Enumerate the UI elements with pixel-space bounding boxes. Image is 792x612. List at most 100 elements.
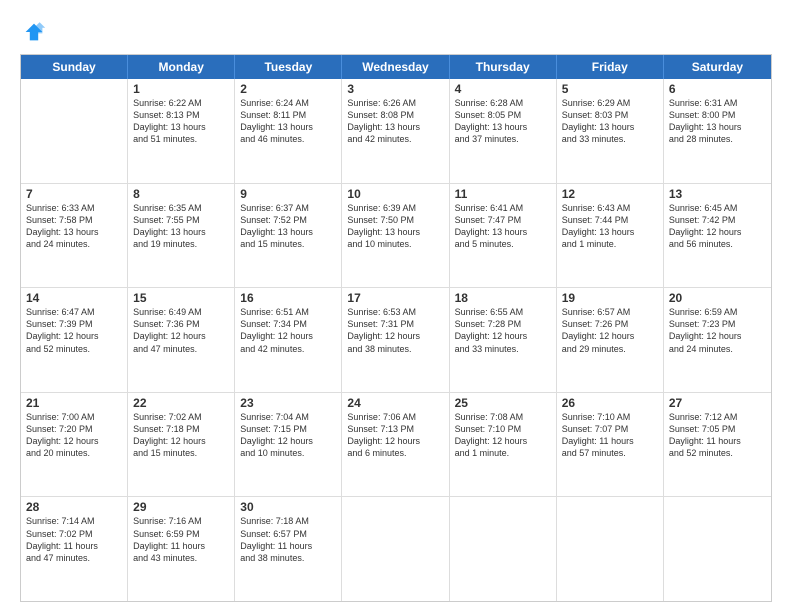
header-day-wednesday: Wednesday — [342, 55, 449, 79]
day-cell-26: 26Sunrise: 7:10 AM Sunset: 7:07 PM Dayli… — [557, 393, 664, 497]
week-row-4: 21Sunrise: 7:00 AM Sunset: 7:20 PM Dayli… — [21, 393, 771, 498]
cell-info: Sunrise: 7:16 AM Sunset: 6:59 PM Dayligh… — [133, 515, 229, 564]
day-number: 25 — [455, 396, 551, 410]
day-cell-7: 7Sunrise: 6:33 AM Sunset: 7:58 PM Daylig… — [21, 184, 128, 288]
day-cell-16: 16Sunrise: 6:51 AM Sunset: 7:34 PM Dayli… — [235, 288, 342, 392]
empty-cell-4-4 — [450, 497, 557, 601]
day-cell-23: 23Sunrise: 7:04 AM Sunset: 7:15 PM Dayli… — [235, 393, 342, 497]
cell-info: Sunrise: 6:31 AM Sunset: 8:00 PM Dayligh… — [669, 97, 766, 146]
day-number: 30 — [240, 500, 336, 514]
cell-info: Sunrise: 6:45 AM Sunset: 7:42 PM Dayligh… — [669, 202, 766, 251]
day-number: 7 — [26, 187, 122, 201]
day-number: 4 — [455, 82, 551, 96]
day-number: 3 — [347, 82, 443, 96]
cell-info: Sunrise: 6:55 AM Sunset: 7:28 PM Dayligh… — [455, 306, 551, 355]
cell-info: Sunrise: 6:47 AM Sunset: 7:39 PM Dayligh… — [26, 306, 122, 355]
day-cell-6: 6Sunrise: 6:31 AM Sunset: 8:00 PM Daylig… — [664, 79, 771, 183]
cell-info: Sunrise: 6:28 AM Sunset: 8:05 PM Dayligh… — [455, 97, 551, 146]
day-cell-13: 13Sunrise: 6:45 AM Sunset: 7:42 PM Dayli… — [664, 184, 771, 288]
empty-cell-4-5 — [557, 497, 664, 601]
day-cell-3: 3Sunrise: 6:26 AM Sunset: 8:08 PM Daylig… — [342, 79, 449, 183]
day-number: 15 — [133, 291, 229, 305]
logo — [20, 18, 50, 46]
calendar: SundayMondayTuesdayWednesdayThursdayFrid… — [20, 54, 772, 602]
week-row-2: 7Sunrise: 6:33 AM Sunset: 7:58 PM Daylig… — [21, 184, 771, 289]
day-cell-12: 12Sunrise: 6:43 AM Sunset: 7:44 PM Dayli… — [557, 184, 664, 288]
day-cell-22: 22Sunrise: 7:02 AM Sunset: 7:18 PM Dayli… — [128, 393, 235, 497]
cell-info: Sunrise: 7:04 AM Sunset: 7:15 PM Dayligh… — [240, 411, 336, 460]
day-number: 16 — [240, 291, 336, 305]
header-day-friday: Friday — [557, 55, 664, 79]
cell-info: Sunrise: 6:22 AM Sunset: 8:13 PM Dayligh… — [133, 97, 229, 146]
cell-info: Sunrise: 6:33 AM Sunset: 7:58 PM Dayligh… — [26, 202, 122, 251]
day-cell-25: 25Sunrise: 7:08 AM Sunset: 7:10 PM Dayli… — [450, 393, 557, 497]
empty-cell-0-0 — [21, 79, 128, 183]
cell-info: Sunrise: 6:35 AM Sunset: 7:55 PM Dayligh… — [133, 202, 229, 251]
day-number: 21 — [26, 396, 122, 410]
day-cell-4: 4Sunrise: 6:28 AM Sunset: 8:05 PM Daylig… — [450, 79, 557, 183]
day-cell-5: 5Sunrise: 6:29 AM Sunset: 8:03 PM Daylig… — [557, 79, 664, 183]
header-day-sunday: Sunday — [21, 55, 128, 79]
cell-info: Sunrise: 6:37 AM Sunset: 7:52 PM Dayligh… — [240, 202, 336, 251]
day-number: 5 — [562, 82, 658, 96]
day-cell-24: 24Sunrise: 7:06 AM Sunset: 7:13 PM Dayli… — [342, 393, 449, 497]
cell-info: Sunrise: 6:39 AM Sunset: 7:50 PM Dayligh… — [347, 202, 443, 251]
cell-info: Sunrise: 7:14 AM Sunset: 7:02 PM Dayligh… — [26, 515, 122, 564]
day-number: 23 — [240, 396, 336, 410]
day-number: 12 — [562, 187, 658, 201]
cell-info: Sunrise: 7:06 AM Sunset: 7:13 PM Dayligh… — [347, 411, 443, 460]
header-day-saturday: Saturday — [664, 55, 771, 79]
header — [20, 18, 772, 46]
day-cell-28: 28Sunrise: 7:14 AM Sunset: 7:02 PM Dayli… — [21, 497, 128, 601]
cell-info: Sunrise: 6:49 AM Sunset: 7:36 PM Dayligh… — [133, 306, 229, 355]
day-cell-18: 18Sunrise: 6:55 AM Sunset: 7:28 PM Dayli… — [450, 288, 557, 392]
day-cell-21: 21Sunrise: 7:00 AM Sunset: 7:20 PM Dayli… — [21, 393, 128, 497]
day-number: 20 — [669, 291, 766, 305]
day-cell-8: 8Sunrise: 6:35 AM Sunset: 7:55 PM Daylig… — [128, 184, 235, 288]
cell-info: Sunrise: 7:12 AM Sunset: 7:05 PM Dayligh… — [669, 411, 766, 460]
day-cell-10: 10Sunrise: 6:39 AM Sunset: 7:50 PM Dayli… — [342, 184, 449, 288]
day-number: 14 — [26, 291, 122, 305]
cell-info: Sunrise: 6:53 AM Sunset: 7:31 PM Dayligh… — [347, 306, 443, 355]
cell-info: Sunrise: 6:43 AM Sunset: 7:44 PM Dayligh… — [562, 202, 658, 251]
cell-info: Sunrise: 7:18 AM Sunset: 6:57 PM Dayligh… — [240, 515, 336, 564]
empty-cell-4-3 — [342, 497, 449, 601]
header-day-tuesday: Tuesday — [235, 55, 342, 79]
day-cell-17: 17Sunrise: 6:53 AM Sunset: 7:31 PM Dayli… — [342, 288, 449, 392]
day-number: 1 — [133, 82, 229, 96]
cell-info: Sunrise: 6:59 AM Sunset: 7:23 PM Dayligh… — [669, 306, 766, 355]
day-number: 26 — [562, 396, 658, 410]
day-cell-1: 1Sunrise: 6:22 AM Sunset: 8:13 PM Daylig… — [128, 79, 235, 183]
day-cell-14: 14Sunrise: 6:47 AM Sunset: 7:39 PM Dayli… — [21, 288, 128, 392]
day-cell-11: 11Sunrise: 6:41 AM Sunset: 7:47 PM Dayli… — [450, 184, 557, 288]
cell-info: Sunrise: 6:24 AM Sunset: 8:11 PM Dayligh… — [240, 97, 336, 146]
week-row-1: 1Sunrise: 6:22 AM Sunset: 8:13 PM Daylig… — [21, 79, 771, 184]
cell-info: Sunrise: 6:26 AM Sunset: 8:08 PM Dayligh… — [347, 97, 443, 146]
day-cell-19: 19Sunrise: 6:57 AM Sunset: 7:26 PM Dayli… — [557, 288, 664, 392]
day-number: 29 — [133, 500, 229, 514]
day-number: 8 — [133, 187, 229, 201]
day-number: 6 — [669, 82, 766, 96]
day-number: 28 — [26, 500, 122, 514]
cell-info: Sunrise: 6:51 AM Sunset: 7:34 PM Dayligh… — [240, 306, 336, 355]
day-number: 22 — [133, 396, 229, 410]
calendar-header: SundayMondayTuesdayWednesdayThursdayFrid… — [21, 55, 771, 79]
calendar-body: 1Sunrise: 6:22 AM Sunset: 8:13 PM Daylig… — [21, 79, 771, 601]
day-number: 9 — [240, 187, 336, 201]
day-number: 27 — [669, 396, 766, 410]
empty-cell-4-6 — [664, 497, 771, 601]
week-row-5: 28Sunrise: 7:14 AM Sunset: 7:02 PM Dayli… — [21, 497, 771, 601]
day-cell-15: 15Sunrise: 6:49 AM Sunset: 7:36 PM Dayli… — [128, 288, 235, 392]
day-number: 13 — [669, 187, 766, 201]
page: SundayMondayTuesdayWednesdayThursdayFrid… — [0, 0, 792, 612]
day-cell-2: 2Sunrise: 6:24 AM Sunset: 8:11 PM Daylig… — [235, 79, 342, 183]
day-number: 18 — [455, 291, 551, 305]
day-cell-20: 20Sunrise: 6:59 AM Sunset: 7:23 PM Dayli… — [664, 288, 771, 392]
day-cell-30: 30Sunrise: 7:18 AM Sunset: 6:57 PM Dayli… — [235, 497, 342, 601]
cell-info: Sunrise: 6:57 AM Sunset: 7:26 PM Dayligh… — [562, 306, 658, 355]
day-cell-27: 27Sunrise: 7:12 AM Sunset: 7:05 PM Dayli… — [664, 393, 771, 497]
header-day-monday: Monday — [128, 55, 235, 79]
day-cell-9: 9Sunrise: 6:37 AM Sunset: 7:52 PM Daylig… — [235, 184, 342, 288]
day-number: 19 — [562, 291, 658, 305]
day-number: 11 — [455, 187, 551, 201]
